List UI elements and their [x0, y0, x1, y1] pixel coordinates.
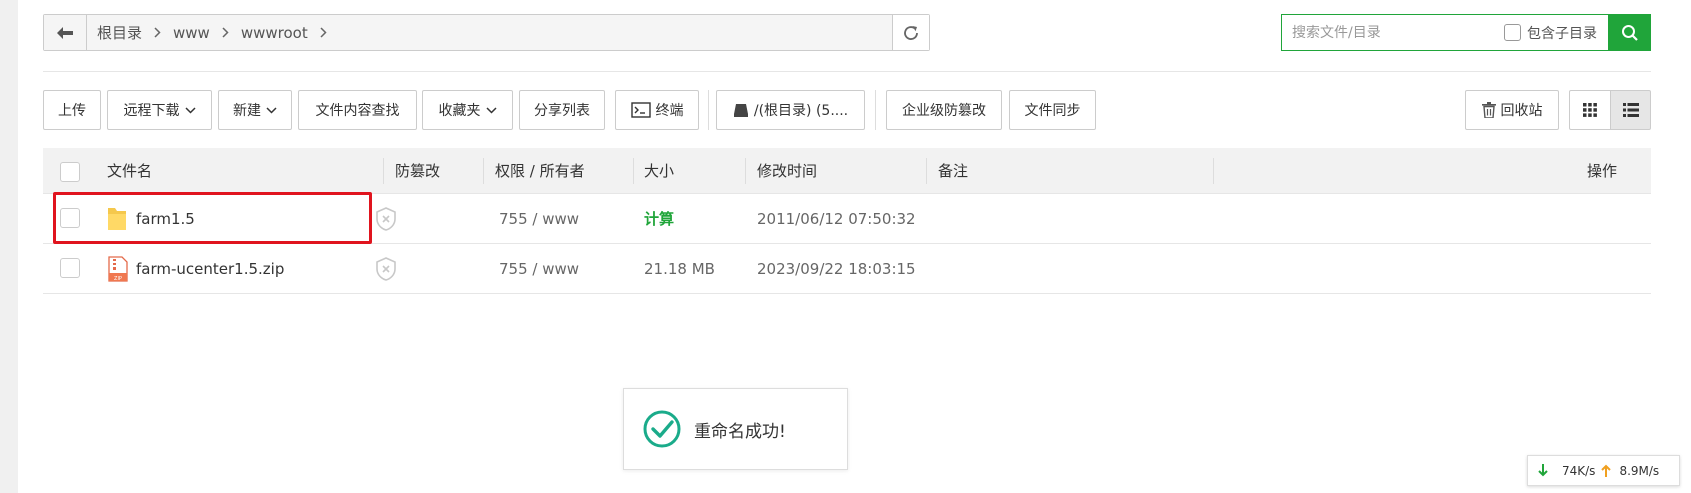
include-subdir-toggle[interactable]: 包含子目录: [1504, 23, 1597, 43]
row-checkbox[interactable]: [60, 208, 80, 228]
new-button[interactable]: 新建: [218, 90, 292, 130]
chevron-right-icon: [222, 27, 229, 38]
chevron-down-icon: [266, 106, 277, 114]
header-divider: [43, 71, 1651, 72]
grid-view-icon: [1583, 103, 1597, 117]
table-row[interactable]: farm1.5 755 / www 计算 2011/06/12 07:50:32: [43, 194, 1651, 244]
upload-button[interactable]: 上传: [43, 90, 101, 130]
include-subdir-label: 包含子目录: [1527, 25, 1597, 42]
select-all-checkbox[interactable]: [60, 162, 80, 182]
tamper-proof-label: 企业级防篡改: [902, 103, 986, 119]
column-divider: [1213, 158, 1214, 184]
grid-view-button[interactable]: [1569, 90, 1611, 130]
column-divider: [383, 158, 384, 184]
remote-download-button[interactable]: 远程下载: [107, 90, 212, 130]
column-note: 备注: [938, 162, 969, 180]
column-ops: 操作: [1587, 162, 1618, 180]
upload-label: 上传: [58, 103, 86, 119]
toast-message: 重命名成功!: [694, 421, 786, 442]
content-search-button[interactable]: 文件内容查找: [298, 90, 417, 130]
column-tamper: 防篡改: [395, 162, 441, 180]
chevron-down-icon: [184, 106, 196, 114]
trash-icon: [1481, 102, 1496, 118]
row-checkbox[interactable]: [60, 258, 80, 278]
file-name[interactable]: farm1.5: [136, 194, 195, 244]
arrow-up-icon: [1601, 464, 1612, 477]
remote-download-label: 远程下载: [123, 103, 180, 119]
terminal-button[interactable]: 终端: [615, 90, 699, 130]
column-divider: [483, 158, 484, 184]
favorites-label: 收藏夹: [438, 103, 481, 119]
search-icon: [1621, 24, 1638, 41]
file-mtime: 2011/06/12 07:50:32: [757, 210, 916, 228]
file-perm[interactable]: 755 / www: [499, 194, 579, 244]
breadcrumb-item-www[interactable]: www: [173, 24, 210, 42]
disk-button[interactable]: /(根目录) (5....: [716, 90, 865, 130]
disk-label: /(根目录) (5....: [753, 103, 849, 119]
column-size[interactable]: 大小: [644, 148, 674, 194]
shield-icon[interactable]: [375, 207, 397, 231]
file-table-header: 文件名 防篡改 权限 / 所有者 大小 修改时间 备注 操作: [43, 148, 1651, 194]
column-divider: [926, 158, 927, 184]
chevron-down-icon: [485, 106, 497, 114]
path-bar: 根目录 www wwwroot: [43, 14, 930, 51]
breadcrumb-item-wwwroot[interactable]: wwwroot: [241, 24, 308, 42]
refresh-icon: [904, 25, 918, 40]
download-speed: 74K/s: [1562, 463, 1596, 478]
column-divider: [745, 158, 746, 184]
file-mtime: 2023/09/22 18:03:15: [757, 260, 916, 278]
terminal-icon: [630, 102, 651, 118]
search-button[interactable]: [1608, 14, 1651, 51]
file-name[interactable]: farm-ucenter1.5.zip: [136, 244, 284, 294]
back-arrow-icon: [57, 26, 73, 39]
include-subdir-checkbox[interactable]: [1504, 24, 1521, 41]
search-input[interactable]: [1282, 16, 1496, 49]
folder-icon: [108, 208, 126, 230]
share-list-button[interactable]: 分享列表: [519, 90, 605, 130]
chevron-right-icon: [154, 27, 161, 38]
table-row[interactable]: ZIP farm-ucenter1.5.zip 755 / www 21.18 …: [43, 244, 1651, 294]
list-view-icon: [1622, 103, 1639, 117]
column-perm[interactable]: 权限 / 所有者: [495, 148, 585, 194]
terminal-label: 终端: [655, 103, 684, 119]
recycle-bin-label: 回收站: [1500, 103, 1543, 119]
zip-file-icon: ZIP: [108, 256, 128, 282]
recycle-bin-button[interactable]: 回收站: [1465, 90, 1559, 130]
breadcrumb-item-root[interactable]: 根目录: [97, 22, 142, 43]
toolbar-separator: [875, 90, 876, 130]
arrow-down-icon: [1538, 464, 1548, 477]
share-list-label: 分享列表: [534, 103, 590, 119]
favorites-button[interactable]: 收藏夹: [422, 90, 513, 130]
file-perm[interactable]: 755 / www: [499, 244, 579, 294]
toolbar-separator: [708, 90, 709, 130]
calc-size-link[interactable]: 计算: [644, 194, 674, 244]
file-sync-button[interactable]: 文件同步: [1009, 90, 1096, 130]
column-mtime[interactable]: 修改时间: [757, 148, 817, 194]
check-circle-icon: [643, 410, 681, 448]
file-size: 21.18 MB: [644, 260, 715, 278]
back-button[interactable]: [44, 15, 87, 50]
column-name[interactable]: 文件名: [107, 148, 152, 194]
file-sync-label: 文件同步: [1024, 103, 1081, 119]
list-view-button[interactable]: [1610, 90, 1651, 130]
refresh-button[interactable]: [892, 15, 929, 50]
upload-speed: 8.9M/s: [1619, 463, 1660, 478]
svg-text:ZIP: ZIP: [114, 276, 122, 282]
chevron-right-icon: [320, 27, 327, 38]
column-divider: [633, 158, 634, 184]
success-toast: 重命名成功!: [623, 388, 848, 470]
disk-icon: [733, 104, 748, 117]
new-label: 新建: [233, 103, 261, 119]
shield-icon[interactable]: [375, 257, 397, 281]
breadcrumb: 根目录 www wwwroot: [87, 15, 892, 50]
content-search-label: 文件内容查找: [315, 103, 400, 119]
search-box: 包含子目录: [1281, 14, 1651, 51]
network-speed-widget: 74K/s 8.9M/s: [1527, 455, 1680, 486]
tamper-proof-button[interactable]: 企业级防篡改: [886, 90, 1002, 130]
